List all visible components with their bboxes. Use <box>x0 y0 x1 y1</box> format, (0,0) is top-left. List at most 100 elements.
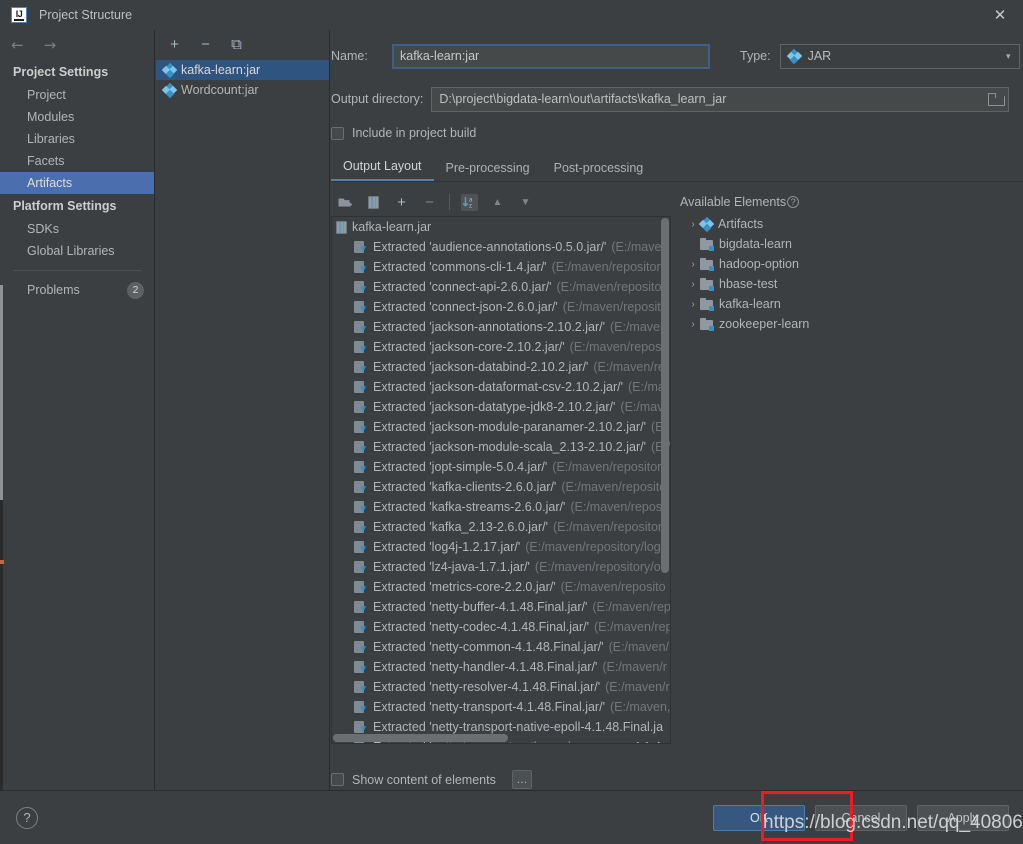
tree-row[interactable]: ▼ Extracted 'commons-cli-1.4.jar/' (E:/mav… <box>332 257 670 277</box>
chevron-right-icon[interactable]: › <box>686 259 700 270</box>
tab-output-layout[interactable]: Output Layout <box>331 159 434 181</box>
show-content-row[interactable]: Show content of elements … <box>331 770 532 789</box>
move-up-button[interactable]: ▲ <box>489 194 506 211</box>
tree-row[interactable]: ▼ Extracted 'jackson-databind-2.10.2.jar/… <box>332 357 670 377</box>
artifact-item-wordcount-jar[interactable]: Wordcount:jar <box>156 80 329 100</box>
remove-artifact-button[interactable]: − <box>197 36 214 53</box>
extracted-directory-icon: ▼ <box>354 420 368 434</box>
sort-by-name-button[interactable]: a z <box>461 193 478 211</box>
tree-row[interactable]: ▼ Extracted 'metrics-core-2.2.0.jar/' (E:/… <box>332 577 670 597</box>
scrollbar-thumb[interactable] <box>661 218 669 573</box>
tree-row[interactable]: ▼ Extracted 'jackson-module-paranamer-2.1… <box>332 417 670 437</box>
artifact-tabs: Output Layout Pre-processing Post-proces… <box>331 156 1023 182</box>
chevron-right-icon[interactable]: › <box>686 319 700 330</box>
available-element-item[interactable]: › kafka-learn <box>680 294 1023 314</box>
tree-row[interactable]: ▼ Extracted 'kafka_2.13-2.6.0.jar/' (E:/ma… <box>332 517 670 537</box>
layout-split: + − a z ▲ ▼ kafka-learn.jar ▼ Extracted … <box>331 190 1023 753</box>
tree-row[interactable]: ▼ Extracted 'jackson-annotations-2.10.2.j… <box>332 317 670 337</box>
add-copy-button[interactable]: + <box>393 194 410 211</box>
available-elements-header: Available Elements ? <box>680 190 1023 214</box>
output-directory-input[interactable]: D:\project\bigdata-learn\out\artifacts\k… <box>431 86 1010 112</box>
sidebar-item-sdks[interactable]: SDKs <box>0 218 154 240</box>
tree-row[interactable]: ▼ Extracted 'jackson-core-2.10.2.jar/' (E:… <box>332 337 670 357</box>
artifacts-diamond-icon <box>698 216 715 232</box>
include-in-build-row[interactable]: Include in project build <box>331 126 1023 140</box>
include-in-build-checkbox[interactable] <box>331 126 344 140</box>
show-content-options-button[interactable]: … <box>511 770 532 789</box>
tree-node-label: Extracted 'jackson-annotations-2.10.2.ja… <box>373 320 605 334</box>
chevron-right-icon[interactable]: › <box>686 279 700 290</box>
help-icon[interactable]: ? <box>787 196 800 208</box>
close-icon[interactable]: ✕ <box>977 0 1023 30</box>
svg-text:z: z <box>469 204 472 210</box>
tree-row[interactable]: ▼ Extracted 'jackson-dataformat-csv-2.10.… <box>332 377 670 397</box>
remove-button[interactable]: − <box>421 194 438 211</box>
tab-post-processing[interactable]: Post-processing <box>542 161 656 181</box>
tree-row[interactable]: ▼ Extracted 'lz4-java-1.7.1.jar/' (E:/mave… <box>332 557 670 577</box>
artifact-type-select[interactable]: JAR ▾ <box>779 43 1020 69</box>
settings-sidebar: ← → Project Settings Project Modules Lib… <box>0 30 155 790</box>
available-elements-list[interactable]: › Artifacts bigdata-learn › hadoop-option › hb… <box>680 214 1023 334</box>
sidebar-item-project[interactable]: Project <box>0 84 154 106</box>
browse-folder-icon[interactable] <box>988 92 1006 106</box>
tree-vertical-scrollbar[interactable] <box>661 218 669 743</box>
tree-node-label: Extracted 'kafka-clients-2.6.0.jar/' <box>373 480 557 494</box>
tree-row[interactable]: ▼ Extracted 'netty-buffer-4.1.48.Final.ja… <box>332 597 670 617</box>
output-directory-row: Output directory: D:\project\bigdata-lea… <box>331 86 1023 112</box>
extracted-directory-icon: ▼ <box>354 640 368 654</box>
tree-row[interactable]: ▼ Extracted 'connect-api-2.6.0.jar/' (E:/m… <box>332 277 670 297</box>
tree-row[interactable]: ▼ Extracted 'log4j-1.2.17.jar/' (E:/maven/… <box>332 537 670 557</box>
chevron-right-icon[interactable]: › <box>686 299 700 310</box>
sidebar-item-global-libraries[interactable]: Global Libraries <box>0 240 154 262</box>
artifact-item-kafka-learn-jar[interactable]: kafka-learn:jar <box>156 60 329 80</box>
tree-row[interactable]: ▼ Extracted 'jopt-simple-5.0.4.jar/' (E:/m… <box>332 457 670 477</box>
tree-row[interactable]: kafka-learn.jar <box>332 217 670 237</box>
available-element-item[interactable]: bigdata-learn <box>680 234 1023 254</box>
tree-row[interactable]: ▼ Extracted 'audience-annotations-0.5.0.j… <box>332 237 670 257</box>
tree-row[interactable]: ▼ Extracted 'connect-json-2.6.0.jar/' (E:/… <box>332 297 670 317</box>
tree-row[interactable]: ▼ Extracted 'kafka-clients-2.6.0.jar/' (E:… <box>332 477 670 497</box>
create-directory-button[interactable] <box>337 194 354 211</box>
sidebar-item-artifacts[interactable]: Artifacts <box>0 172 154 194</box>
tree-row[interactable]: ▼ Extracted 'kafka-streams-2.6.0.jar/' (E:… <box>332 497 670 517</box>
available-element-item[interactable]: › hbase-test <box>680 274 1023 294</box>
copy-artifact-button[interactable]: ⧉ <box>228 36 245 53</box>
module-icon <box>700 277 714 291</box>
tree-row[interactable]: ▼ Extracted 'netty-handler-4.1.48.Final.j… <box>332 657 670 677</box>
help-icon[interactable]: ? <box>16 806 38 829</box>
tree-row[interactable]: ▼ Extracted 'netty-resolver-4.1.48.Final.… <box>332 677 670 697</box>
output-layout-tree[interactable]: kafka-learn.jar ▼ Extracted 'audience-ann… <box>331 216 671 744</box>
tree-row[interactable]: ▼ Extracted 'jackson-module-scala_2.13-2.… <box>332 437 670 457</box>
available-element-item[interactable]: › zookeeper-learn <box>680 314 1023 334</box>
window-title: Project Structure <box>39 8 133 22</box>
scrollbar-thumb[interactable] <box>333 734 508 742</box>
back-arrow-icon[interactable]: ← <box>11 37 24 53</box>
tree-row[interactable]: ▼ Extracted 'netty-common-4.1.48.Final.ja… <box>332 637 670 657</box>
tree-row[interactable]: ▼ Extracted 'netty-transport-4.1.48.Final… <box>332 697 670 717</box>
window-edge-artifact-dot <box>0 560 4 564</box>
forward-arrow-icon[interactable]: → <box>44 37 57 53</box>
tree-node-path: (E:/maven/r <box>602 660 667 674</box>
output-directory-value: D:\project\bigdata-learn\out\artifacts\k… <box>439 92 727 106</box>
tree-node-path: (E:/maven/reposito <box>561 480 667 494</box>
add-artifact-button[interactable]: + <box>166 36 183 53</box>
title-bar: IJ Project Structure ✕ <box>0 0 1023 30</box>
create-archive-button[interactable] <box>365 194 382 211</box>
tree-node-label: Extracted 'netty-handler-4.1.48.Final.ja… <box>373 660 598 674</box>
move-down-button[interactable]: ▼ <box>517 194 534 211</box>
artifact-name-input[interactable]: kafka-learn:jar <box>392 43 710 69</box>
tab-pre-processing[interactable]: Pre-processing <box>434 161 542 181</box>
module-icon <box>700 297 714 311</box>
sidebar-item-modules[interactable]: Modules <box>0 106 154 128</box>
tree-row[interactable]: ▼ Extracted 'netty-codec-4.1.48.Final.jar… <box>332 617 670 637</box>
show-content-checkbox[interactable] <box>331 773 344 786</box>
tree-row[interactable]: ▼ Extracted 'jackson-datatype-jdk8-2.10.2… <box>332 397 670 417</box>
available-element-item[interactable]: › hadoop-option <box>680 254 1023 274</box>
available-element-item[interactable]: › Artifacts <box>680 214 1023 234</box>
sidebar-item-libraries[interactable]: Libraries <box>0 128 154 150</box>
available-element-label: kafka-learn <box>719 297 781 311</box>
sidebar-item-facets[interactable]: Facets <box>0 150 154 172</box>
tree-horizontal-scrollbar[interactable] <box>333 734 663 742</box>
tree-node-label: Extracted 'kafka_2.13-2.6.0.jar/' <box>373 520 549 534</box>
sidebar-item-problems[interactable]: Problems 2 <box>0 279 154 301</box>
